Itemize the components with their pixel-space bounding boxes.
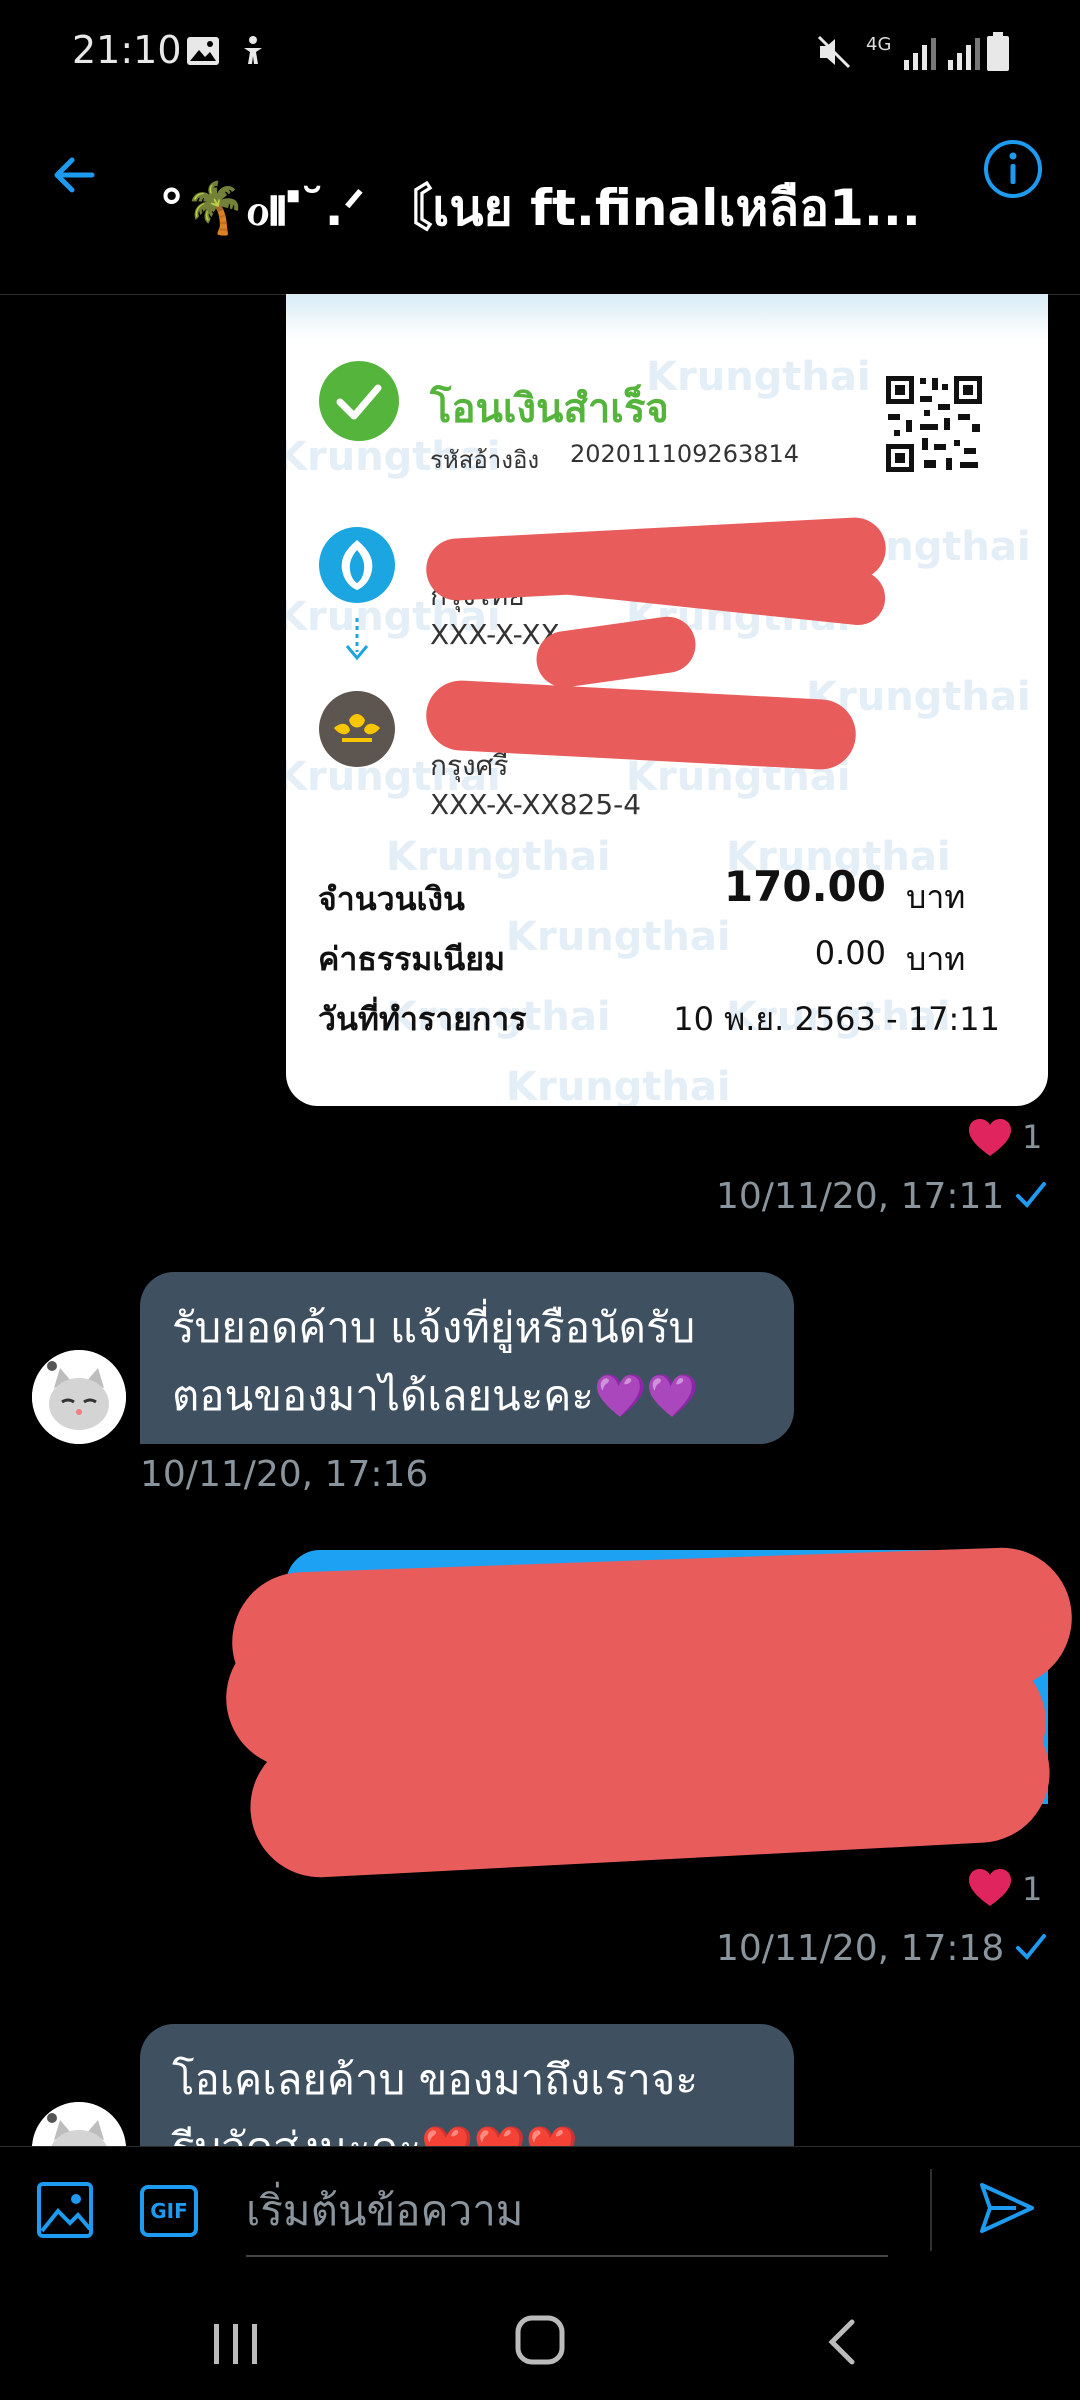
message-text-line: โอเคเลยค้าบ ของมาถึงเราจะ: [172, 2055, 698, 2104]
fee-value: 0.00: [814, 934, 886, 972]
amount-unit: บาท: [906, 878, 966, 916]
transfer-receipt-image[interactable]: Krungthai Krungthai Krungthai Krungthai …: [286, 294, 1048, 1106]
date-label: วันที่ทำรายการ: [318, 1000, 527, 1038]
amount-value: 170.00: [723, 862, 886, 911]
watermark-text: Krungthai: [646, 354, 871, 400]
gallery-icon: [187, 37, 219, 65]
status-bar: 21:10 4G: [0, 0, 1080, 110]
receipt-top-band: [286, 294, 1048, 340]
mute-icon: [817, 35, 851, 69]
krungthai-bank-logo: [319, 527, 395, 603]
sent-check-icon: [1016, 1182, 1046, 1208]
status-time: 21:10: [72, 28, 182, 72]
success-check-icon: [319, 361, 399, 441]
watermark-text: Krungthai: [506, 1064, 731, 1106]
back-arrow-icon[interactable]: [42, 142, 108, 208]
heart-reaction-icon[interactable]: [968, 1118, 1012, 1158]
avatar[interactable]: [32, 1350, 126, 1444]
reaction-count: 1: [1022, 1870, 1043, 1908]
compose-bar: GIF: [0, 2146, 1080, 2287]
system-navigation-bar: [0, 2286, 1080, 2400]
signal-strength-icon: [904, 38, 936, 70]
accessibility-icon: [244, 36, 262, 64]
heart-reaction-icon[interactable]: [968, 1868, 1012, 1908]
send-icon[interactable]: [976, 2177, 1038, 2239]
recents-icon[interactable]: [206, 2316, 266, 2372]
qr-code-icon: [884, 374, 984, 474]
home-icon[interactable]: [512, 2312, 568, 2368]
battery-icon: [987, 32, 1009, 71]
chat-title[interactable]: °🌴ℴ⑈˘.ᐟ 〘เนย ft.finalเหลือ1...: [140, 168, 940, 248]
sent-check-icon: [1016, 1934, 1046, 1960]
chat-header: °🌴ℴ⑈˘.ᐟ 〘เนย ft.finalเหลือ1...: [0, 110, 1080, 295]
incoming-message-bubble[interactable]: รับยอดค้าบ แจ้งที่ยู่หรือนัดรับ ตอนของมา…: [140, 1272, 794, 1444]
image-icon[interactable]: [36, 2181, 94, 2239]
receiver-account-number: XXX-X-XX825-4: [430, 788, 642, 821]
message-text-line: รับยอดค้าบ แจ้งที่ยู่หรือนัดรับ: [172, 1303, 696, 1352]
message-timestamp: 10/11/20, 17:11: [716, 1176, 1005, 1217]
fee-label: ค่าธรรมเนียม: [318, 940, 506, 978]
divider: [930, 2169, 932, 2251]
network-type-label: 4G: [866, 34, 892, 55]
info-icon[interactable]: [980, 136, 1046, 202]
message-timestamp: 10/11/20, 17:18: [716, 1928, 1005, 1969]
reaction-count: 1: [1022, 1118, 1043, 1156]
message-timestamp: 10/11/20, 17:16: [140, 1454, 429, 1495]
signal-strength-icon: [948, 38, 980, 70]
gif-button[interactable]: GIF: [140, 2185, 198, 2237]
krungsri-bank-logo: [319, 691, 395, 767]
cat-avatar-icon: [32, 1350, 126, 1444]
back-chevron-icon[interactable]: [816, 2314, 872, 2370]
receipt-title: โอนเงินสำเร็จ: [430, 386, 669, 432]
amount-label: จำนวนเงิน: [318, 880, 465, 918]
fee-unit: บาท: [906, 940, 966, 978]
message-input[interactable]: [246, 2165, 888, 2257]
reference-number: 202011109263814: [570, 440, 800, 468]
date-value: 10 พ.ย. 2563 - 17:11: [673, 1000, 1000, 1038]
message-text-line: ตอนของมาได้เลยนะคะ💜💜: [172, 1371, 699, 1420]
transfer-arrow-icon: [345, 618, 369, 661]
reference-label: รหัสอ้างอิง: [430, 446, 540, 474]
